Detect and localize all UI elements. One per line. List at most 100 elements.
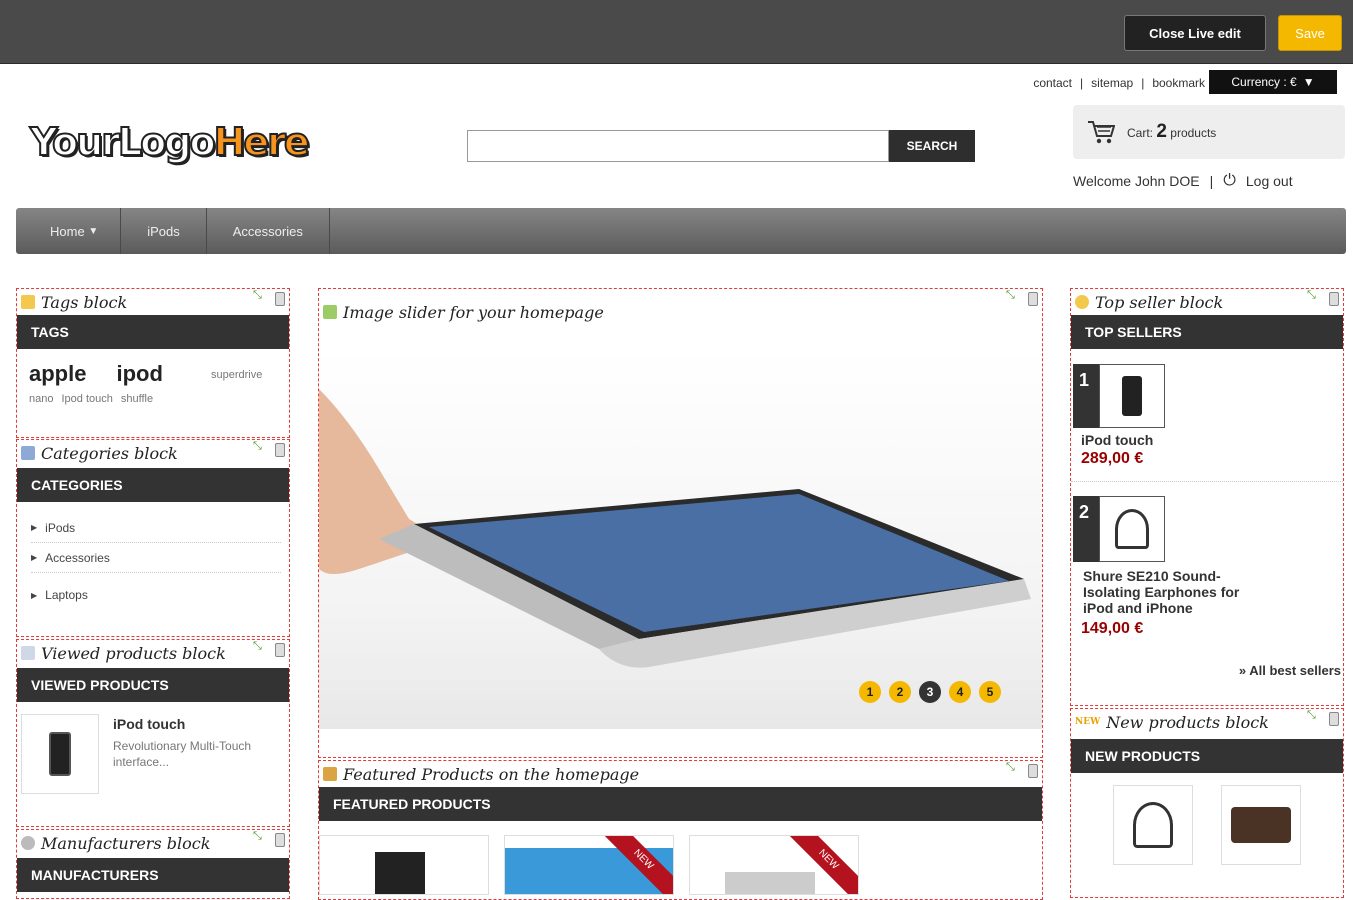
featured-product-card[interactable]: NEW xyxy=(689,835,859,895)
block-header[interactable]: Image slider for your homepage xyxy=(319,299,1042,325)
featured-product-card[interactable] xyxy=(319,835,489,895)
block-title: Viewed products block xyxy=(41,643,226,663)
category-item[interactable]: ▶ Accessories xyxy=(31,543,281,573)
contact-link[interactable]: contact xyxy=(1033,76,1072,90)
block-tools: ⤡ xyxy=(1307,290,1339,307)
tags-title-bar: TAGS xyxy=(17,315,289,349)
move-icon[interactable]: ⤡ xyxy=(1006,290,1022,307)
top-sellers-title-bar: TOP SELLERS xyxy=(1071,315,1343,349)
delete-icon[interactable] xyxy=(1028,292,1038,306)
top-seller-item[interactable]: 2 Shure SE210 Sound-Isolating Earphones … xyxy=(1071,496,1343,656)
delete-icon[interactable] xyxy=(1329,712,1339,726)
tag-link[interactable]: shuffle xyxy=(121,393,153,405)
tag-link[interactable]: apple xyxy=(29,361,86,387)
slider-page-1[interactable]: 1 xyxy=(859,681,881,703)
tags-block: Tags block ⤡ TAGS apple ipod superdrive … xyxy=(16,288,290,438)
cart-summary[interactable]: Cart: 2 products xyxy=(1073,105,1345,159)
all-best-sellers-link[interactable]: » All best sellers xyxy=(1239,663,1341,678)
main-nav: Home ▼ iPods Accessories xyxy=(16,208,1346,254)
image-slider-block: Image slider for your homepage ⤡ 1 2 3 4… xyxy=(318,288,1043,758)
slider-page-3[interactable]: 3 xyxy=(919,681,941,703)
search-input[interactable] xyxy=(467,130,889,162)
category-item[interactable]: ▶ iPods xyxy=(31,513,281,543)
slider-pagination: 1 2 3 4 5 xyxy=(859,681,1001,703)
block-header[interactable]: Top seller block xyxy=(1071,289,1343,315)
currency-selector[interactable]: Currency : € ▼ xyxy=(1209,70,1337,94)
delete-icon[interactable] xyxy=(275,443,285,457)
tag-link[interactable]: superdrive xyxy=(211,369,262,381)
product-name[interactable]: Shure SE210 Sound-Isolating Earphones fo… xyxy=(1083,568,1253,616)
block-tools: ⤡ xyxy=(253,290,285,307)
product-image xyxy=(1133,802,1173,848)
search-button[interactable]: SEARCH xyxy=(889,130,975,162)
separator: | xyxy=(1141,76,1145,90)
product-name[interactable]: iPod touch xyxy=(113,716,185,732)
block-header[interactable]: Tags block xyxy=(17,289,289,315)
slider-page-2[interactable]: 2 xyxy=(889,681,911,703)
sitemap-link[interactable]: sitemap xyxy=(1091,76,1133,90)
move-icon[interactable]: ⤡ xyxy=(253,441,269,458)
new-product-card[interactable] xyxy=(1221,785,1301,865)
logo-text-1: YourLogo xyxy=(29,119,217,165)
top-seller-item[interactable]: 1 iPod touch 289,00 € xyxy=(1071,364,1343,482)
block-header[interactable]: Categories block xyxy=(17,440,289,466)
block-header[interactable]: Featured Products on the homepage xyxy=(319,761,1042,787)
new-icon: NEW xyxy=(1075,717,1101,727)
save-button[interactable]: Save xyxy=(1278,15,1342,51)
slider-page-5[interactable]: 5 xyxy=(979,681,1001,703)
product-image xyxy=(375,852,425,894)
slider-image[interactable] xyxy=(319,349,1042,729)
welcome-area: Welcome John DOE | ⏻ Log out xyxy=(1073,172,1345,190)
block-tools: ⤡ xyxy=(253,441,285,458)
viewed-products-block: Viewed products block ⤡ VIEWED PRODUCTS … xyxy=(16,639,290,827)
categories-block: Categories block ⤡ CATEGORIES ▶ iPods ▶ Ac… xyxy=(16,439,290,637)
power-icon[interactable]: ⏻ xyxy=(1223,172,1236,190)
block-header[interactable]: Viewed products block xyxy=(17,640,289,666)
logout-link[interactable]: Log out xyxy=(1246,173,1293,189)
bookmark-link[interactable]: bookmark xyxy=(1152,76,1205,90)
move-icon[interactable]: ⤡ xyxy=(1006,762,1022,779)
block-title: Top seller block xyxy=(1095,292,1224,312)
block-title: Tags block xyxy=(41,292,128,312)
caret-down-icon: ▼ xyxy=(1302,75,1315,89)
manufacturers-block: Manufacturers block ⤡ MANUFACTURERS xyxy=(16,829,290,899)
ipod-image xyxy=(49,732,71,776)
block-header[interactable]: NEW New products block xyxy=(1071,709,1343,735)
block-tools: ⤡ xyxy=(1307,710,1339,727)
slider-page-4[interactable]: 4 xyxy=(949,681,971,703)
category-item[interactable]: ▶ Laptops xyxy=(31,580,281,610)
currency-label: Currency : € xyxy=(1231,75,1297,89)
delete-icon[interactable] xyxy=(1329,292,1339,306)
delete-icon[interactable] xyxy=(275,292,285,306)
move-icon[interactable]: ⤡ xyxy=(253,831,269,848)
move-icon[interactable]: ⤡ xyxy=(1307,290,1323,307)
delete-icon[interactable] xyxy=(1028,764,1038,778)
move-icon[interactable]: ⤡ xyxy=(253,641,269,658)
new-products-block: NEW New products block ⤡ NEW PRODUCTS xyxy=(1070,708,1344,898)
move-icon[interactable]: ⤡ xyxy=(253,290,269,307)
tag-link[interactable]: Ipod touch xyxy=(61,393,112,405)
product-price: 289,00 € xyxy=(1081,450,1144,467)
delete-icon[interactable] xyxy=(275,643,285,657)
new-product-card[interactable] xyxy=(1113,785,1193,865)
triangle-icon: ▶ xyxy=(31,523,38,532)
move-icon[interactable]: ⤡ xyxy=(1307,710,1323,727)
tag-link[interactable]: ipod xyxy=(116,361,162,387)
nav-item-ipods[interactable]: iPods xyxy=(121,208,207,254)
featured-product-card[interactable]: NEW xyxy=(504,835,674,895)
close-live-edit-button[interactable]: Close Live edit xyxy=(1124,15,1266,51)
product-thumbnail xyxy=(1099,364,1165,428)
magnifier-icon xyxy=(21,646,35,660)
tag-link[interactable]: nano xyxy=(29,393,53,405)
home-icon xyxy=(323,767,337,781)
separator: | xyxy=(1209,173,1214,189)
block-title: Categories block xyxy=(41,443,178,463)
block-header[interactable]: Manufacturers block xyxy=(17,830,289,856)
nav-item-home[interactable]: Home ▼ xyxy=(16,208,122,254)
product-thumbnail[interactable] xyxy=(21,714,99,794)
delete-icon[interactable] xyxy=(275,833,285,847)
logo[interactable]: YourLogoHere xyxy=(29,119,311,165)
nav-item-accessories[interactable]: Accessories xyxy=(207,208,330,254)
product-name[interactable]: iPod touch xyxy=(1081,432,1153,448)
image-icon xyxy=(323,305,337,319)
